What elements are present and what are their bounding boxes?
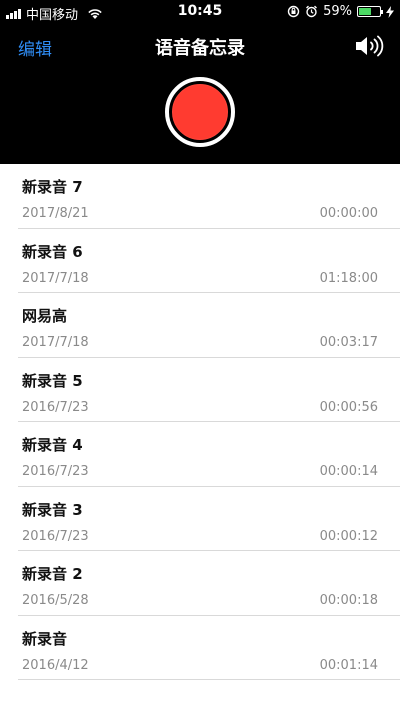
recording-duration: 00:03:17: [319, 335, 378, 350]
recording-row[interactable]: 新录音 5 2016/7/23 00:00:56: [18, 358, 400, 422]
recording-name: 新录音 6: [22, 242, 83, 261]
recording-row[interactable]: 网易高 2017/7/18 00:03:17: [18, 293, 400, 358]
recording-duration: 01:18:00: [319, 270, 378, 286]
recording-row[interactable]: 新录音 3 2016/7/23 00:00:12: [18, 487, 400, 551]
battery-fill: [359, 8, 371, 15]
recording-date: 2016/4/12: [22, 657, 89, 673]
recording-row[interactable]: 新录音 7 2017/8/21 00:00:00: [18, 164, 400, 229]
navigation-header: 编辑 语音备忘录: [0, 24, 400, 164]
recordings-list: 新录音 7 2017/8/21 00:00:00 新录音 6 2017/7/18…: [0, 164, 400, 680]
recording-name: 新录音 5: [22, 371, 83, 390]
record-dot-icon: [172, 84, 228, 140]
recording-date: 2016/7/23: [22, 399, 89, 415]
orientation-lock-icon: [287, 5, 300, 18]
recording-date: 2017/8/21: [22, 206, 89, 221]
recording-name: 网易高: [22, 307, 68, 325]
status-right: 59%: [287, 4, 394, 19]
page-title: 语音备忘录: [155, 38, 245, 59]
recording-date: 2016/7/23: [22, 464, 89, 479]
recording-name: 新录音 3: [22, 500, 83, 519]
voice-memos-screen: 中国移动 10:45 59% 编辑 语音备忘录 新录音 7 2017/8/21 …: [0, 0, 400, 711]
charging-bolt-icon: [386, 5, 394, 18]
recording-row[interactable]: 新录音 4 2016/7/23 00:00:14: [18, 422, 400, 487]
recording-name: 新录音 2: [22, 565, 83, 583]
battery-icon: [357, 6, 383, 17]
recording-date: 2016/7/23: [22, 528, 89, 544]
recording-name: 新录音 7: [22, 178, 83, 196]
record-button[interactable]: [165, 77, 235, 147]
recording-duration: 00:00:12: [319, 528, 378, 544]
alarm-icon: [306, 5, 318, 18]
recording-duration: 00:00:18: [319, 593, 378, 608]
recording-row[interactable]: 新录音 2 2016/5/28 00:00:18: [18, 551, 400, 616]
battery-percent: 59%: [323, 4, 352, 19]
recording-duration: 00:00:14: [319, 464, 378, 479]
recording-row[interactable]: 新录音 2016/4/12 00:01:14: [18, 616, 400, 680]
recording-name: 新录音: [22, 629, 68, 648]
recording-date: 2016/5/28: [22, 593, 89, 608]
status-bar: 中国移动 10:45 59%: [0, 0, 400, 24]
recording-duration: 00:00:56: [319, 399, 378, 415]
recording-row[interactable]: 新录音 6 2017/7/18 01:18:00: [18, 229, 400, 293]
recording-date: 2017/7/18: [22, 270, 89, 286]
recording-name: 新录音 4: [22, 436, 83, 454]
recording-date: 2017/7/18: [22, 335, 89, 350]
recording-duration: 00:00:00: [319, 206, 378, 221]
speaker-icon[interactable]: [354, 34, 384, 58]
recording-duration: 00:01:14: [319, 657, 378, 673]
